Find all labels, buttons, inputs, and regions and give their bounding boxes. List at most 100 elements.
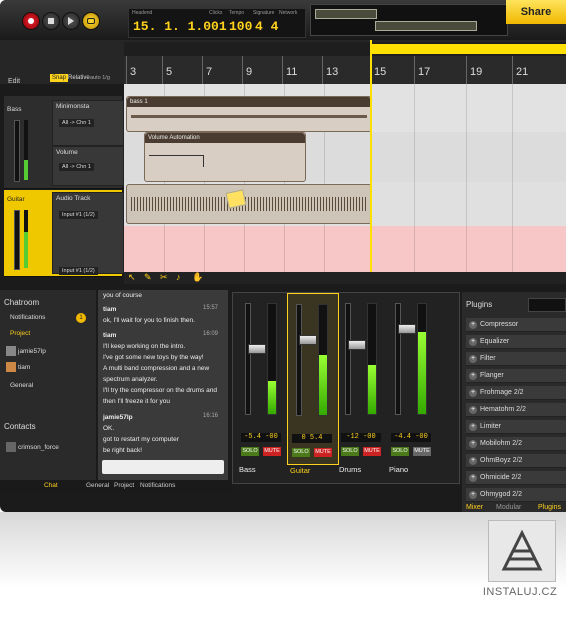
edit-label[interactable]: Edit [8, 78, 20, 85]
audio-track-name[interactable]: Audio Track [56, 195, 90, 202]
chat-tabs: Chat General Project Notifications [0, 480, 232, 494]
split-tool-icon[interactable]: ✂ [160, 272, 168, 283]
position-value[interactable]: 15. 1. 1.001 [133, 19, 227, 34]
track-header-guitar[interactable]: Guitar Audio Track Input #1 (1/2) Input … [4, 190, 124, 277]
plugin-item[interactable]: + Flanger [466, 369, 566, 383]
song-overview[interactable] [310, 4, 508, 36]
tab-plugins[interactable]: Plugins [538, 504, 561, 511]
record-button[interactable] [22, 12, 40, 30]
automation-clip[interactable]: Volume Automation [144, 132, 306, 182]
plugin-item[interactable]: + Frohmage 2/2 [466, 386, 566, 400]
bass-clip[interactable]: bass 1 [126, 96, 372, 132]
plugin-item[interactable]: + Equalizer [466, 335, 566, 349]
pencil-tool-icon[interactable]: ✎ [144, 272, 152, 283]
audio-input-select-2[interactable]: Input #1 (1/2) [59, 267, 98, 275]
volume-fader[interactable] [345, 303, 366, 415]
hand-tool-icon[interactable]: ✋ [192, 272, 203, 283]
project-group[interactable]: Project [10, 330, 30, 337]
chat-line: OK. [103, 425, 115, 432]
ruler-tick: 5 [162, 56, 172, 84]
audio-input-select[interactable]: Input #1 (1/2) [59, 211, 98, 219]
mute-button[interactable]: MUTE [363, 447, 381, 456]
solo-button[interactable]: SOLO [241, 447, 259, 456]
plugin-search[interactable] [528, 298, 566, 312]
mute-button[interactable]: MUTE [263, 447, 281, 456]
timeline-ruler[interactable]: 3 5 7 9 11 13 15 17 19 21 [124, 56, 566, 84]
pan-display[interactable]: -12 -00 [341, 433, 381, 442]
pan-display[interactable]: -5.4 -00 [241, 433, 281, 442]
mute-button[interactable]: MUTE [314, 448, 332, 457]
mixer-strip-bass: -5.4 -00 SOLO MUTE Bass [237, 293, 287, 474]
chat-line: got to restart my computer [103, 436, 179, 443]
stop-button[interactable] [42, 12, 60, 30]
general-group[interactable]: General [10, 382, 33, 389]
tab-notifications[interactable]: Notifications [140, 482, 175, 489]
plugin-item[interactable]: + Limiter [466, 420, 566, 434]
chat-input[interactable] [102, 460, 224, 474]
pan-display[interactable]: -4.4 -00 [391, 433, 431, 442]
tab-general[interactable]: General [86, 482, 109, 489]
volume-fader[interactable] [395, 303, 416, 415]
solo-button[interactable]: SOLO [292, 448, 310, 457]
play-button[interactable] [62, 12, 80, 30]
automation-input-select[interactable]: All -> Chn 1 [59, 163, 94, 171]
chat-line: be right back! [103, 447, 143, 454]
chat-line: I'll try the compressor on the drums and [103, 387, 217, 394]
avatar [6, 346, 16, 356]
instrument-name[interactable]: Minimonsta [56, 103, 89, 110]
track-name[interactable]: Guitar [7, 196, 25, 203]
plugin-item[interactable]: + Compressor [466, 318, 566, 332]
plugin-item[interactable]: + Filter [466, 352, 566, 366]
snap-toggle[interactable]: Snap [50, 74, 69, 82]
mute-tool-icon[interactable]: ♪ [176, 272, 181, 282]
solo-button[interactable]: SOLO [341, 447, 359, 456]
automation-slot[interactable]: Volume All -> Chn 1 [52, 146, 124, 186]
mute-button[interactable]: MUTE [413, 447, 431, 456]
automation-name[interactable]: Volume [56, 149, 78, 156]
plugin-item[interactable]: + Ohmygod 2/2 [466, 488, 566, 502]
contact-crimson[interactable]: crimson_force [18, 444, 59, 451]
pan-display[interactable]: 0 5.4 [292, 434, 332, 443]
loop-range[interactable] [370, 44, 566, 54]
guitar-clip[interactable] [126, 184, 372, 224]
track-header-bass[interactable]: Bass Minimonsta All -> Chn 1 Volume All … [4, 96, 124, 189]
notifications-item[interactable]: Notifications [10, 314, 45, 321]
daw-window: Headend Clicks Tempo Signature Network 1… [0, 0, 566, 512]
relative-toggle[interactable]: Relative [68, 75, 90, 81]
top-bar: Headend Clicks Tempo Signature Network 1… [0, 0, 566, 40]
instrument-slot[interactable]: Minimonsta All -> Chn 1 [52, 100, 124, 146]
tab-mixer[interactable]: Mixer [466, 504, 483, 511]
tab-project[interactable]: Project [114, 482, 134, 489]
volume-fader[interactable] [245, 303, 266, 415]
chat-panel: Chatroom Notifications 1 Project jamie57… [0, 290, 96, 490]
mixer-strip-guitar: 0 5.4 SOLO MUTE Guitar [287, 293, 339, 475]
plugin-item[interactable]: + Ohmicide 2/2 [466, 471, 566, 485]
plugin-item[interactable]: + Hematohm 2/2 [466, 403, 566, 417]
guitar-lane-2[interactable] [124, 226, 566, 274]
plugin-item[interactable]: + OhmBoyz 2/2 [466, 454, 566, 468]
watermark: INSTALUJ.CZ [480, 520, 560, 610]
midi-input-select[interactable]: All -> Chn 1 [59, 119, 94, 127]
audio-track-slot[interactable]: Audio Track Input #1 (1/2) Input #1 (1/2… [52, 192, 124, 275]
track-name[interactable]: Bass [7, 106, 21, 113]
grid-select[interactable]: auto 1/g [90, 75, 110, 81]
signature-value[interactable]: 4 4 [255, 19, 278, 34]
tab-modular[interactable]: Modular [496, 504, 521, 511]
user-tiam[interactable]: tiam [18, 364, 30, 371]
pointer-tool-icon[interactable]: ↖ [128, 272, 136, 283]
playhead[interactable] [370, 40, 372, 284]
solo-button[interactable]: SOLO [391, 447, 409, 456]
loop-button[interactable] [82, 12, 100, 30]
chat-author: jamie57lp [103, 414, 133, 421]
channel-name: Drums [339, 465, 362, 474]
plugins-title: Plugins [466, 300, 493, 309]
arrange-view[interactable]: bass 1 Volume Automation [124, 84, 566, 274]
volume-fader[interactable] [296, 304, 317, 416]
plugin-item[interactable]: + Mobilohm 2/2 [466, 437, 566, 451]
ruler-tick: 13 [322, 56, 338, 84]
user-jamie[interactable]: jamie57lp [18, 348, 46, 355]
tab-chat[interactable]: Chat [44, 482, 58, 489]
tempo-value[interactable]: 100 [229, 19, 252, 34]
share-button[interactable]: Share [506, 0, 566, 24]
clicks-label: Clicks [209, 10, 223, 16]
